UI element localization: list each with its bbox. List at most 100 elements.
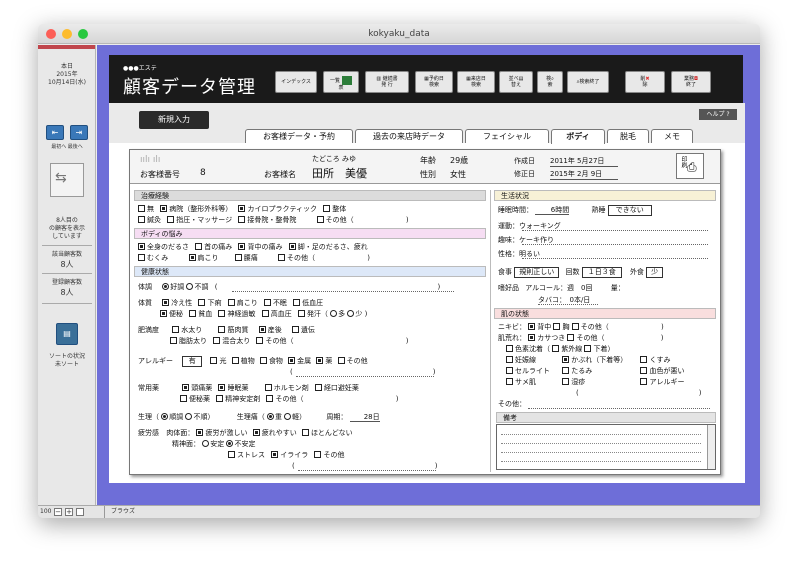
checkbox-food[interactable]: 食物 [259, 357, 283, 365]
checkbox-tranquilizer[interactable]: 精神安定剤 [216, 395, 260, 403]
minimize-icon[interactable] [62, 29, 72, 39]
checkbox-tire-easily[interactable]: 疲れやすい [252, 429, 297, 437]
checkbox-dry[interactable]: カサつき [528, 334, 565, 342]
radio-pain-light[interactable]: 軽 [284, 413, 299, 421]
sleep-quality-select[interactable]: できない [607, 205, 652, 216]
allergy-select[interactable]: 有 [182, 356, 203, 367]
quit-button[interactable]: 業務◘ 終了 [671, 71, 711, 93]
help-button[interactable]: ヘルプ ? [699, 109, 737, 120]
checkbox-rarely[interactable]: ほとんどない [301, 429, 353, 437]
first-record-button[interactable]: ⇤ [46, 125, 64, 140]
record-navigator[interactable]: ⇆ [50, 163, 84, 197]
checkbox-acne-other[interactable]: その他（ [571, 323, 609, 331]
checkbox-massage[interactable]: 指圧・マッサージ [167, 216, 232, 224]
checkbox-sleep-med[interactable]: 睡眠薬 [218, 384, 248, 392]
checkbox-pill[interactable]: 経口避妊薬 [314, 384, 359, 392]
checkbox-eczema[interactable]: 湿疹 [562, 378, 638, 386]
hobby-value[interactable]: ケーキ作り [519, 236, 554, 244]
checkbox-stretch-marks[interactable]: 妊娠線 [506, 356, 560, 364]
tab-body[interactable]: ボディ [551, 129, 605, 144]
checkbox-hormone[interactable]: ホルモン剤 [264, 384, 309, 392]
checkbox-sweat[interactable]: 発汗（ [297, 310, 328, 318]
checkbox-dullness[interactable]: くすみ [640, 356, 670, 364]
checkbox-bonesetter[interactable]: 接骨院・整骨院 [238, 216, 296, 224]
eat-out-select[interactable]: 少 [646, 267, 664, 278]
checkbox-sagging[interactable]: たるみ [562, 367, 638, 375]
last-record-button[interactable]: ⇥ [70, 125, 88, 140]
checkbox-stiff-shoulder[interactable]: 肩こり [188, 254, 219, 262]
memo-field[interactable] [496, 424, 716, 470]
new-entry-button[interactable]: 新規入力 [139, 111, 209, 129]
radio-period-regular[interactable]: 順調 [161, 413, 183, 421]
checkbox-low-bp[interactable]: 低血圧 [293, 299, 323, 307]
checkbox-back[interactable]: 背中の痛み [238, 243, 282, 251]
zoom-out-icon[interactable]: − [54, 508, 62, 516]
reservation-search-button[interactable]: ▦予約日 検索 [415, 71, 453, 93]
tab-customer-data[interactable]: お客様データ・予約 [245, 129, 353, 143]
checkbox-pain-other[interactable]: その他（ [277, 254, 315, 262]
checkbox-constipation[interactable]: 便秘 [160, 310, 183, 318]
meal-select[interactable]: 規則正しい [514, 267, 560, 278]
checkbox-plant[interactable]: 植物 [231, 357, 255, 365]
radio-bad[interactable]: 不調 [186, 283, 208, 291]
tab-past-visits[interactable]: 過去の来店時データ [355, 129, 463, 143]
checkbox-treatment-other[interactable]: その他（ [316, 216, 354, 224]
checkbox-fatigue[interactable]: 全身のだるさ [138, 243, 189, 251]
list-button[interactable]: 一覧表 [323, 71, 359, 93]
checkbox-muscular[interactable]: 筋肉質 [218, 326, 248, 334]
alcohol-value[interactable]: アルコール：週 0回 [525, 284, 592, 292]
checkbox-diarrhea[interactable]: 下痢 [198, 299, 221, 307]
cycle-value[interactable]: 28日 [349, 413, 380, 422]
status-toggle-icon[interactable] [76, 508, 84, 516]
checkbox-neck[interactable]: 首の痛み [195, 243, 232, 251]
zoom-in-icon[interactable]: + [65, 508, 73, 516]
end-search-button[interactable]: ⌕検索終了 [567, 71, 609, 93]
checkbox-insomnia[interactable]: 不眠 [263, 299, 287, 307]
checkbox-none[interactable]: 無 [138, 205, 154, 213]
checkbox-skin-allergy[interactable]: アレルギー [640, 378, 684, 386]
radio-period-irregular[interactable]: 不順 [185, 413, 207, 421]
checkbox-hospital[interactable]: 病院（整形外科等） [160, 205, 232, 213]
checkbox-postpartum[interactable]: 産後 [258, 326, 282, 334]
checkbox-allergy-other[interactable]: その他 [337, 357, 368, 365]
memo-scrollbar[interactable] [707, 425, 715, 469]
allergy-other-input[interactable] [296, 376, 434, 377]
zoom-icon[interactable] [78, 29, 88, 39]
skin-other-input[interactable] [528, 408, 710, 409]
radio-sweat-more[interactable]: 多 [330, 310, 345, 318]
sleep-hours[interactable]: 6時間 [535, 206, 570, 215]
checkbox-swelling[interactable]: むくみ [138, 254, 168, 262]
radio-good[interactable]: 好調 [162, 283, 184, 291]
tab-hair-removal[interactable]: 脱毛 [607, 129, 649, 143]
checkbox-metal[interactable]: 金属 [288, 357, 311, 365]
checkbox-irritation[interactable]: イライラ [271, 451, 308, 459]
checkbox-pigment[interactable]: 色素沈着（ [506, 345, 550, 353]
checkbox-light[interactable]: 光 [210, 357, 226, 365]
mode-label[interactable]: ブラウズ [104, 506, 154, 518]
checkbox-uv[interactable]: 紫外線 [552, 345, 582, 353]
visit-search-button[interactable]: ▦来店日 検索 [457, 71, 495, 93]
checkbox-acne-chest[interactable]: 胸 [553, 323, 569, 331]
checkbox-stress[interactable]: ストレス [228, 451, 265, 459]
checkbox-pale[interactable]: 血色が悪い [640, 367, 684, 375]
checkbox-legs[interactable]: 脚・足のだるさ、疲れ [288, 243, 368, 251]
delete-button[interactable]: 削✖ 除 [625, 71, 665, 93]
checkbox-high-bp[interactable]: 高血圧 [261, 310, 292, 318]
checkbox-lower-back[interactable]: 腰痛 [234, 254, 258, 262]
fatigue-other-input[interactable] [298, 470, 436, 471]
radio-pain-heavy[interactable]: 重 [266, 413, 282, 421]
checkbox-rough-other[interactable]: その他（ [567, 334, 604, 342]
checkbox-water-weight[interactable]: 水太り [172, 326, 202, 334]
checkbox-shark-skin[interactable]: サメ肌 [506, 378, 560, 386]
radio-mind-unstable[interactable]: 不安定 [226, 440, 255, 448]
checkbox-severe-fatigue[interactable]: 疲労が激しい [196, 429, 247, 437]
checkbox-nervous[interactable]: 神経過敏 [218, 310, 255, 318]
search-button[interactable]: 検⌕ 索 [537, 71, 563, 93]
issue-button[interactable]: ▥ 継続書発 行 [365, 71, 409, 93]
checkbox-anemia[interactable]: 貧血 [189, 310, 212, 318]
tobacco-value[interactable]: タバコ： 0本/日 [538, 296, 590, 304]
radio-mind-stable[interactable]: 安定 [202, 440, 224, 448]
sort-records-button[interactable]: 並べ▤ 替え [499, 71, 533, 93]
checkbox-cold[interactable]: 冷え性 [162, 299, 192, 307]
index-button[interactable]: インデックス [275, 71, 317, 93]
